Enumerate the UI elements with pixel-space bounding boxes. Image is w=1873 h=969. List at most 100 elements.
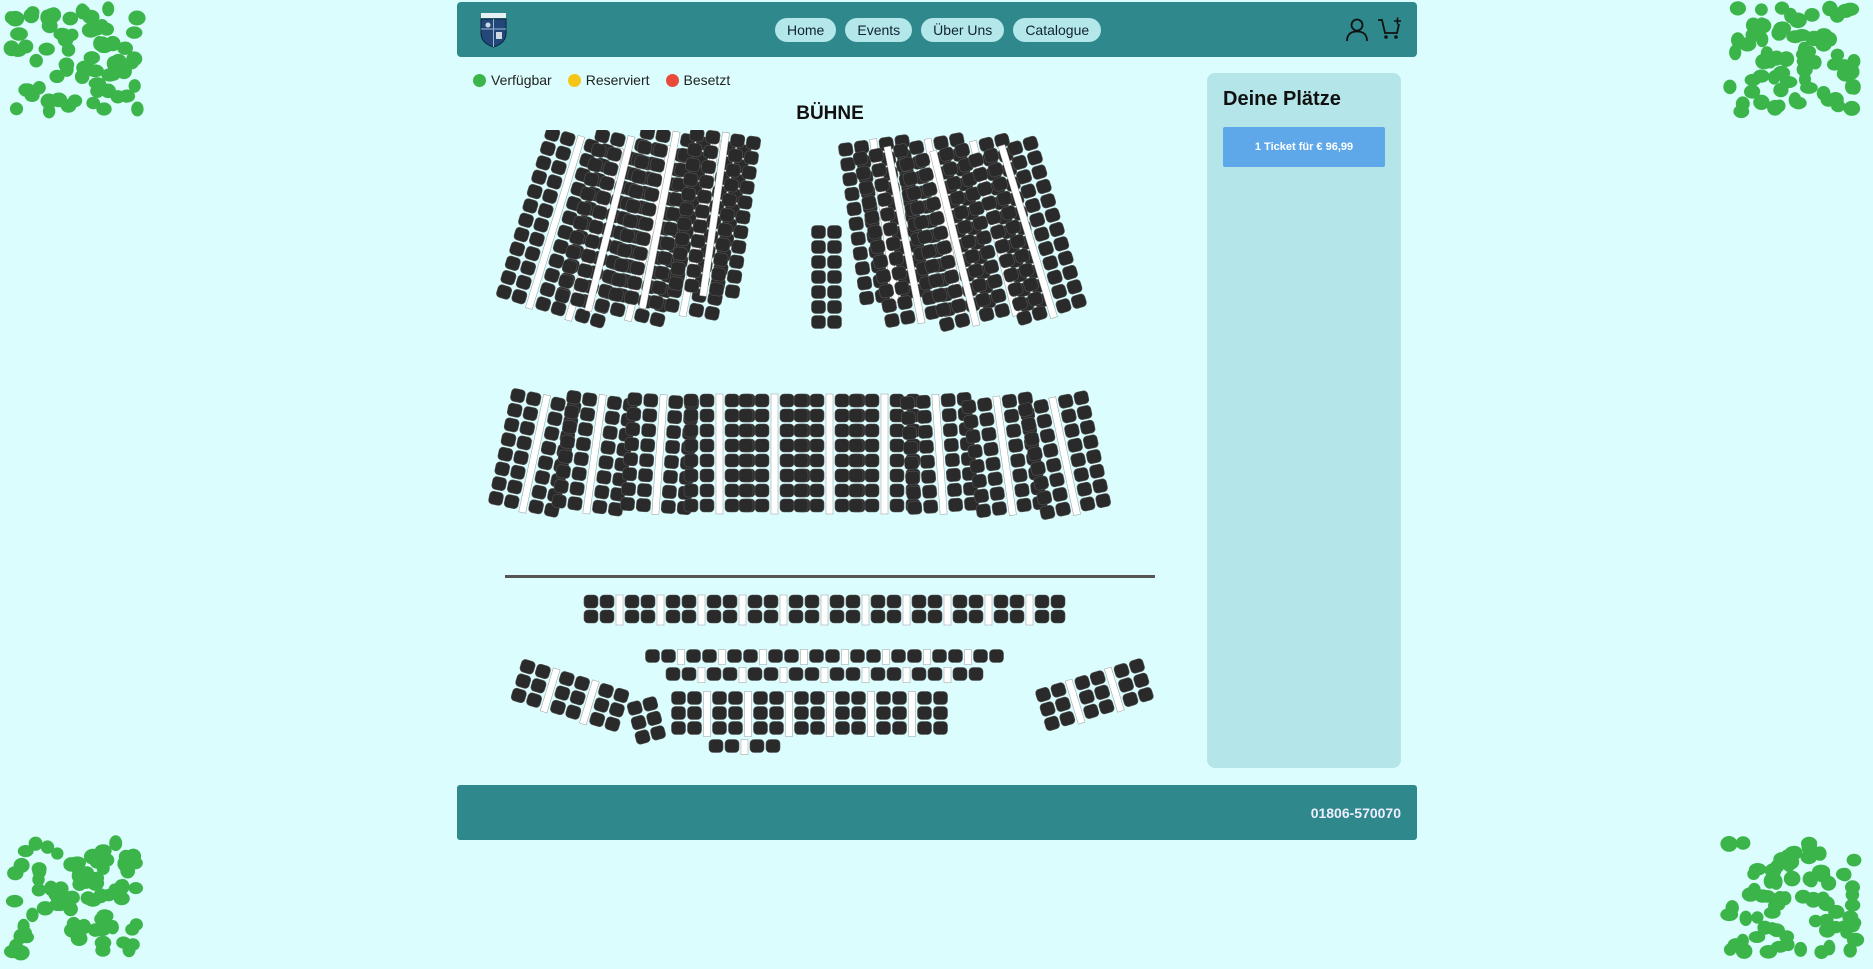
seat[interactable] (724, 438, 740, 453)
seat[interactable] (641, 423, 657, 438)
seat[interactable] (845, 667, 861, 681)
seat[interactable] (811, 300, 826, 314)
seat[interactable] (596, 470, 612, 485)
seat[interactable] (650, 725, 667, 741)
seat[interactable] (537, 455, 554, 471)
seat[interactable] (510, 464, 526, 480)
seat[interactable] (687, 706, 702, 720)
seat[interactable] (550, 159, 567, 176)
seat[interactable] (683, 468, 699, 483)
seat[interactable] (1029, 212, 1046, 229)
seat[interactable] (649, 157, 666, 173)
seat[interactable] (727, 148, 744, 163)
seat[interactable] (922, 484, 938, 499)
seat[interactable] (530, 678, 547, 695)
seat[interactable] (539, 140, 556, 157)
seat[interactable] (616, 243, 633, 258)
seat[interactable] (599, 609, 615, 624)
seat[interactable] (1128, 658, 1145, 675)
seat[interactable] (541, 188, 558, 205)
seat[interactable] (599, 594, 615, 609)
seat[interactable] (522, 198, 539, 215)
seat[interactable] (809, 393, 825, 408)
seat[interactable] (1044, 207, 1061, 224)
seat[interactable] (793, 393, 809, 408)
seat[interactable] (875, 268, 892, 284)
seat[interactable] (535, 296, 552, 313)
seat[interactable] (745, 135, 762, 151)
seat[interactable] (624, 437, 640, 452)
seat[interactable] (834, 498, 850, 513)
seat[interactable] (753, 691, 768, 705)
seat[interactable] (871, 162, 887, 178)
seat[interactable] (699, 483, 715, 498)
seat[interactable] (661, 484, 677, 499)
seat[interactable] (870, 667, 886, 681)
seat[interactable] (537, 202, 554, 219)
seat[interactable] (1001, 393, 1018, 409)
seat[interactable] (547, 411, 563, 427)
seat[interactable] (944, 452, 960, 467)
seat[interactable] (648, 295, 664, 310)
seat[interactable] (1050, 594, 1066, 609)
seat[interactable] (611, 272, 627, 288)
seat[interactable] (1039, 428, 1056, 444)
seat[interactable] (969, 458, 985, 474)
seat[interactable] (621, 482, 637, 497)
seat[interactable] (507, 479, 523, 495)
seat[interactable] (713, 252, 729, 267)
nav-about-button[interactable]: Über Uns (921, 18, 1005, 42)
seat[interactable] (555, 464, 572, 479)
seat[interactable] (495, 284, 512, 301)
seat[interactable] (640, 594, 656, 609)
seat[interactable] (870, 609, 886, 624)
seat[interactable] (968, 594, 984, 609)
seat[interactable] (509, 241, 526, 258)
seat[interactable] (811, 315, 826, 329)
seat[interactable] (788, 594, 804, 609)
seat[interactable] (1033, 475, 1049, 491)
seat[interactable] (738, 468, 754, 483)
seat[interactable] (864, 393, 880, 408)
seat[interactable] (680, 187, 697, 202)
seat[interactable] (754, 498, 770, 513)
seat[interactable] (1030, 461, 1046, 477)
seat[interactable] (566, 390, 582, 405)
seat[interactable] (708, 739, 724, 753)
seat[interactable] (747, 667, 763, 681)
seat[interactable] (794, 721, 809, 735)
seat[interactable] (1070, 293, 1087, 310)
seat[interactable] (779, 468, 795, 483)
seat[interactable] (1033, 226, 1050, 243)
seat[interactable] (510, 388, 526, 404)
seat[interactable] (683, 498, 699, 513)
seat[interactable] (872, 254, 889, 269)
seat[interactable] (932, 649, 947, 663)
seat[interactable] (994, 302, 1011, 318)
seat[interactable] (779, 423, 795, 438)
seat[interactable] (1036, 413, 1053, 429)
seat[interactable] (938, 316, 955, 332)
seat[interactable] (627, 392, 643, 407)
seat[interactable] (534, 470, 551, 486)
seat[interactable] (503, 494, 520, 510)
seat[interactable] (520, 260, 537, 277)
seat[interactable] (704, 305, 720, 321)
seat[interactable] (738, 423, 754, 438)
seat[interactable] (604, 716, 621, 733)
seat[interactable] (846, 201, 862, 217)
seat[interactable] (754, 468, 770, 483)
seat[interactable] (721, 192, 737, 208)
seat[interactable] (1076, 405, 1093, 421)
seat[interactable] (634, 308, 651, 324)
seat[interactable] (553, 479, 569, 494)
seat[interactable] (738, 483, 754, 498)
seat[interactable] (864, 498, 880, 513)
seat[interactable] (1078, 689, 1095, 706)
seat[interactable] (722, 609, 738, 624)
seat[interactable] (804, 594, 820, 609)
seat[interactable] (893, 143, 909, 158)
seat[interactable] (741, 165, 757, 180)
seat[interactable] (743, 649, 758, 663)
seat[interactable] (660, 499, 676, 514)
